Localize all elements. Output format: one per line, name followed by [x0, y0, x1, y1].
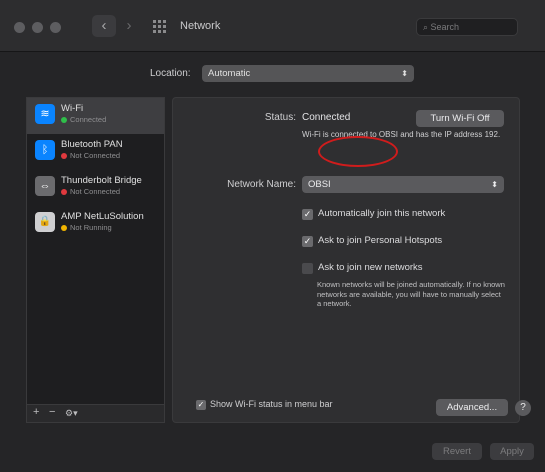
location-select[interactable]: Automatic ⬍ — [202, 65, 414, 82]
service-status-text: Connected — [70, 115, 107, 124]
revert-button[interactable]: Revert — [432, 443, 482, 460]
apply-button[interactable]: Apply — [490, 443, 534, 460]
advanced-button[interactable]: Advanced... — [436, 399, 508, 416]
service-name: Bluetooth PAN — [61, 139, 123, 150]
service-status-text: Not Connected — [70, 151, 121, 160]
lock-icon: 🔒 — [35, 212, 55, 232]
service-status: Connected — [61, 115, 106, 124]
network-name-label: Network Name: — [227, 179, 296, 190]
service-status: Not Connected — [61, 187, 120, 196]
location-label: Location: — [150, 68, 191, 79]
service-item[interactable]: ᛒ Bluetooth PAN Not Connected — [27, 134, 164, 170]
service-actions-button[interactable]: ⚙▾ — [65, 408, 78, 419]
zoom-window-button[interactable] — [50, 22, 61, 33]
ip-address-highlight-circle — [318, 136, 398, 167]
close-window-button[interactable] — [14, 22, 25, 33]
service-status: Not Running — [61, 223, 112, 232]
status-dot-icon — [61, 153, 67, 159]
status-dot-icon — [61, 225, 67, 231]
status-dot-icon — [61, 189, 67, 195]
window-title: Network — [180, 20, 221, 32]
minimize-window-button[interactable] — [32, 22, 43, 33]
title-bar: ‹ › Network ⌕ Search — [0, 0, 545, 52]
personal-hotspot-label: Ask to join Personal Hotspots — [318, 235, 443, 246]
search-icon: ⌕ — [423, 22, 431, 32]
network-name-value: OBSI — [308, 179, 331, 190]
thunderbolt-icon: ⇔ — [35, 176, 55, 196]
service-name: Thunderbolt Bridge — [61, 175, 142, 186]
network-name-select[interactable]: OBSI ⬍ — [302, 176, 504, 193]
show-status-checkbox[interactable]: ✓ — [196, 400, 206, 410]
service-status-text: Not Running — [70, 223, 112, 232]
service-item[interactable]: ≋ Wi-Fi Connected — [27, 98, 164, 134]
status-label: Status: — [264, 112, 296, 123]
back-button[interactable]: ‹ — [92, 15, 116, 37]
service-item[interactable]: 🔒 AMP NetLuSolution Not Running — [27, 206, 164, 242]
location-value: Automatic — [208, 68, 251, 79]
service-item[interactable]: ⇔ Thunderbolt Bridge Not Connected — [27, 170, 164, 206]
turn-wifi-off-button[interactable]: Turn Wi-Fi Off — [416, 110, 504, 127]
show-status-label: Show Wi-Fi status in menu bar — [210, 399, 333, 409]
search-placeholder: Search — [430, 22, 460, 32]
status-dot-icon — [61, 117, 67, 123]
add-service-button[interactable]: + — [33, 406, 39, 418]
auto-join-checkbox[interactable]: ✓ — [302, 209, 313, 220]
service-status-text: Not Connected — [70, 187, 121, 196]
service-list: ≋ Wi-Fi Connected ᛒ Bluetooth PAN Not Connect… — [26, 97, 165, 405]
network-preferences-window: ‹ › Network ⌕ Search Location: Automatic… — [0, 0, 545, 472]
bluetooth-icon: ᛒ — [35, 140, 55, 160]
ask-new-networks-label: Ask to join new networks — [318, 262, 423, 273]
wifi-icon: ≋ — [35, 104, 55, 124]
service-status: Not Connected — [61, 151, 120, 160]
ask-new-networks-checkbox[interactable] — [302, 263, 313, 274]
service-name: Wi-Fi — [61, 103, 84, 114]
updown-chevron-icon: ⬍ — [401, 69, 408, 78]
help-button[interactable]: ? — [515, 400, 531, 416]
status-value: Connected — [302, 112, 351, 123]
ask-new-networks-description: Known networks will be joined automatica… — [317, 280, 505, 308]
auto-join-label: Automatically join this network — [318, 208, 446, 219]
service-name: AMP NetLuSolution — [61, 211, 144, 222]
service-list-toolbar: + − ⚙▾ — [26, 405, 165, 423]
updown-chevron-icon: ⬍ — [491, 180, 498, 189]
search-field[interactable]: ⌕ Search — [416, 18, 518, 36]
personal-hotspot-checkbox[interactable]: ✓ — [302, 236, 313, 247]
show-all-grid-icon[interactable] — [153, 20, 167, 33]
remove-service-button[interactable]: − — [49, 406, 55, 418]
forward-button[interactable]: › — [117, 15, 141, 37]
